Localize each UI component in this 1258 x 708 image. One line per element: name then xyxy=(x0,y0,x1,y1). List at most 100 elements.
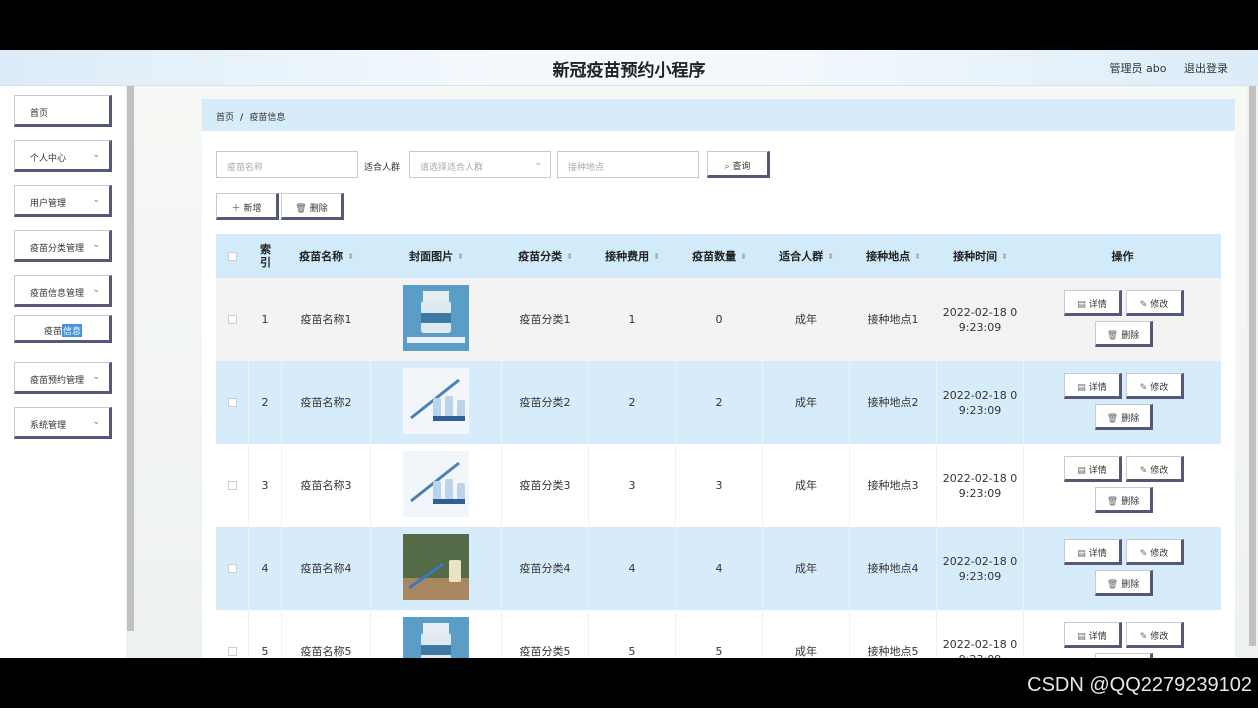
cell-checkbox xyxy=(216,610,249,658)
logout-link[interactable]: 退出登录 xyxy=(1184,62,1228,75)
sidebar-item-vaccine-appointment[interactable]: 疫苗预约管理 ⌄ xyxy=(14,362,112,394)
header-cover[interactable]: 封面图片 ⬍ xyxy=(371,234,502,278)
cell-name: 疫苗名称3 xyxy=(282,444,371,527)
pencil-icon: ✎ xyxy=(1139,632,1148,642)
header-category[interactable]: 疫苗分类 ⬍ xyxy=(502,234,589,278)
header-name[interactable]: 疫苗名称 ⬍ xyxy=(282,234,371,278)
breadcrumb: 首页 / 疫苗信息 xyxy=(202,99,1235,131)
crowd-label: 适合人群 xyxy=(364,163,401,173)
detail-label: 详情 xyxy=(1088,466,1107,476)
cell-checkbox xyxy=(216,444,249,527)
sidebar-item-system[interactable]: 系统管理 ⌄ xyxy=(14,407,112,439)
header-checkbox-cell xyxy=(216,234,249,278)
select-all-checkbox[interactable] xyxy=(228,251,237,261)
cell-fee: 3 xyxy=(589,444,676,527)
cell-time: 2022-02-18 09:23:09 xyxy=(937,527,1024,610)
header-quantity[interactable]: 疫苗数量 ⬍ xyxy=(676,234,763,278)
cell-category: 疫苗分类3 xyxy=(502,444,589,527)
cell-checkbox xyxy=(216,527,249,610)
detail-button[interactable]: ▤ 详情 xyxy=(1064,456,1122,482)
cell-fee: 4 xyxy=(589,527,676,610)
delete-button[interactable]: 🗑删除 xyxy=(1095,321,1153,347)
edit-button[interactable]: ✎ 修改 xyxy=(1126,622,1184,648)
delete-button[interactable]: 🗑删除 xyxy=(1095,653,1153,658)
cell-crowd: 成年 xyxy=(763,527,850,610)
header-crowd[interactable]: 适合人群 ⬍ xyxy=(763,234,850,278)
cell-quantity: 5 xyxy=(676,610,763,658)
sidebar-item-vaccine-info[interactable]: 疫苗信息管理 ⌄ xyxy=(14,275,112,307)
sort-icon: ⬍ xyxy=(653,251,660,261)
trash-icon: 🗑 xyxy=(1106,331,1119,341)
page-scrollbar[interactable] xyxy=(1247,86,1258,658)
edit-label: 修改 xyxy=(1150,549,1169,559)
detail-button[interactable]: ▤ 详情 xyxy=(1064,290,1122,316)
detail-button[interactable]: ▤ 详情 xyxy=(1064,539,1122,565)
breadcrumb-home[interactable]: 首页 xyxy=(216,113,234,123)
edit-button[interactable]: ✎ 修改 xyxy=(1126,456,1184,482)
chevron-down-icon: ⌄ xyxy=(92,195,100,205)
trash-icon: 🗑 xyxy=(1106,580,1119,590)
row-checkbox[interactable] xyxy=(227,564,237,573)
header-label: 索引 xyxy=(260,243,271,269)
row-checkbox[interactable] xyxy=(227,481,237,490)
document-icon: ▤ xyxy=(1077,632,1086,642)
crowd-select[interactable]: 请选择适合人群 ⌄ xyxy=(409,151,551,178)
cell-time: 2022-02-18 09:23:09 xyxy=(937,610,1024,658)
cell-fee: 1 xyxy=(589,278,676,361)
delete-button[interactable]: 🗑删除 xyxy=(1095,570,1153,596)
detail-label: 详情 xyxy=(1088,549,1107,559)
sidebar-scrollbar[interactable] xyxy=(126,86,135,658)
row-checkbox[interactable] xyxy=(227,315,237,324)
cell-location: 接种地点4 xyxy=(850,527,937,610)
sidebar-item-label: 疫苗预约管理 xyxy=(30,376,85,386)
sidebar-item-label: 疫苗分类管理 xyxy=(30,244,85,254)
cell-quantity: 3 xyxy=(676,444,763,527)
top-bar: 新冠疫苗预约小程序 管理员 abo 退出登录 xyxy=(0,50,1258,86)
sidebar-item-vaccine-category[interactable]: 疫苗分类管理 ⌄ xyxy=(14,230,112,262)
sidebar-item-personal-center[interactable]: 个人中心 ⌄ xyxy=(14,140,112,172)
sort-icon: ⬍ xyxy=(566,251,573,261)
header-location[interactable]: 接种地点 ⬍ xyxy=(850,234,937,278)
time-line-1: 2022-02-18 0 xyxy=(942,471,1018,485)
delete-button[interactable]: 🗑删除 xyxy=(1095,487,1153,513)
vaccine-name-input[interactable]: 疫苗名称 xyxy=(216,151,358,178)
cell-name: 疫苗名称1 xyxy=(282,278,371,361)
cell-actions: ▤详情 ✎修改 🗑删除 xyxy=(1024,444,1221,527)
document-icon: ▤ xyxy=(1077,383,1086,393)
delete-button[interactable]: 🗑删除 xyxy=(1095,404,1153,430)
edit-button[interactable]: ✎ 修改 xyxy=(1126,539,1184,565)
sort-icon: ⬍ xyxy=(457,251,464,261)
sidebar-item-label: 个人中心 xyxy=(30,154,67,164)
edit-button[interactable]: ✎ 修改 xyxy=(1126,290,1184,316)
table-header: 索引 疫苗名称 ⬍ 封面图片 ⬍ 疫苗分类 ⬍ 接种费用 ⬍ 疫苗数量 ⬍ 适合人群 ⬍ 接… xyxy=(216,234,1221,278)
header-time[interactable]: 接种时间 ⬍ xyxy=(937,234,1024,278)
time-line-2: 9:23:09 xyxy=(958,486,1002,500)
header-label: 接种地点 xyxy=(866,249,911,263)
detail-button[interactable]: ▤ 详情 xyxy=(1064,373,1122,399)
scrollbar-thumb[interactable] xyxy=(1249,86,1256,646)
row-checkbox[interactable] xyxy=(227,398,237,407)
add-button[interactable]: ＋新增 xyxy=(216,193,279,220)
time-line-1: 2022-02-18 0 xyxy=(942,388,1018,402)
row-checkbox[interactable] xyxy=(227,647,237,656)
header-fee[interactable]: 接种费用 ⬍ xyxy=(589,234,676,278)
query-button[interactable]: ⌕ 查询 xyxy=(707,151,770,178)
detail-button[interactable]: ▤ 详情 xyxy=(1064,622,1122,648)
cell-actions: ▤详情 ✎修改 🗑删除 xyxy=(1024,527,1221,610)
sidebar-item-label: 系统管理 xyxy=(30,421,67,431)
time-line-2: 9:23:09 xyxy=(958,569,1002,583)
edit-button[interactable]: ✎ 修改 xyxy=(1126,373,1184,399)
header-label: 接种时间 xyxy=(953,249,998,263)
sort-icon: ⬍ xyxy=(740,251,747,261)
sidebar-subitem-vaccine-info[interactable]: 疫苗信息 xyxy=(14,315,112,343)
scrollbar-thumb[interactable] xyxy=(127,86,134,631)
sidebar-item-user-management[interactable]: 用户管理 ⌄ xyxy=(14,185,112,217)
header-label: 封面图片 xyxy=(409,249,454,263)
cell-category: 疫苗分类4 xyxy=(502,527,589,610)
sidebar: 首页 个人中心 ⌄ 用户管理 ⌄ 疫苗分类管理 ⌄ 疫苗信息管理 ⌄ 疫苗信息 疫苗预约… xyxy=(0,86,126,658)
cell-quantity: 2 xyxy=(676,361,763,444)
cell-cover xyxy=(371,361,502,444)
batch-delete-button[interactable]: 🗑 删除 xyxy=(281,193,344,220)
location-input[interactable]: 接种地点 xyxy=(557,151,699,178)
sidebar-item-home[interactable]: 首页 xyxy=(14,95,112,127)
